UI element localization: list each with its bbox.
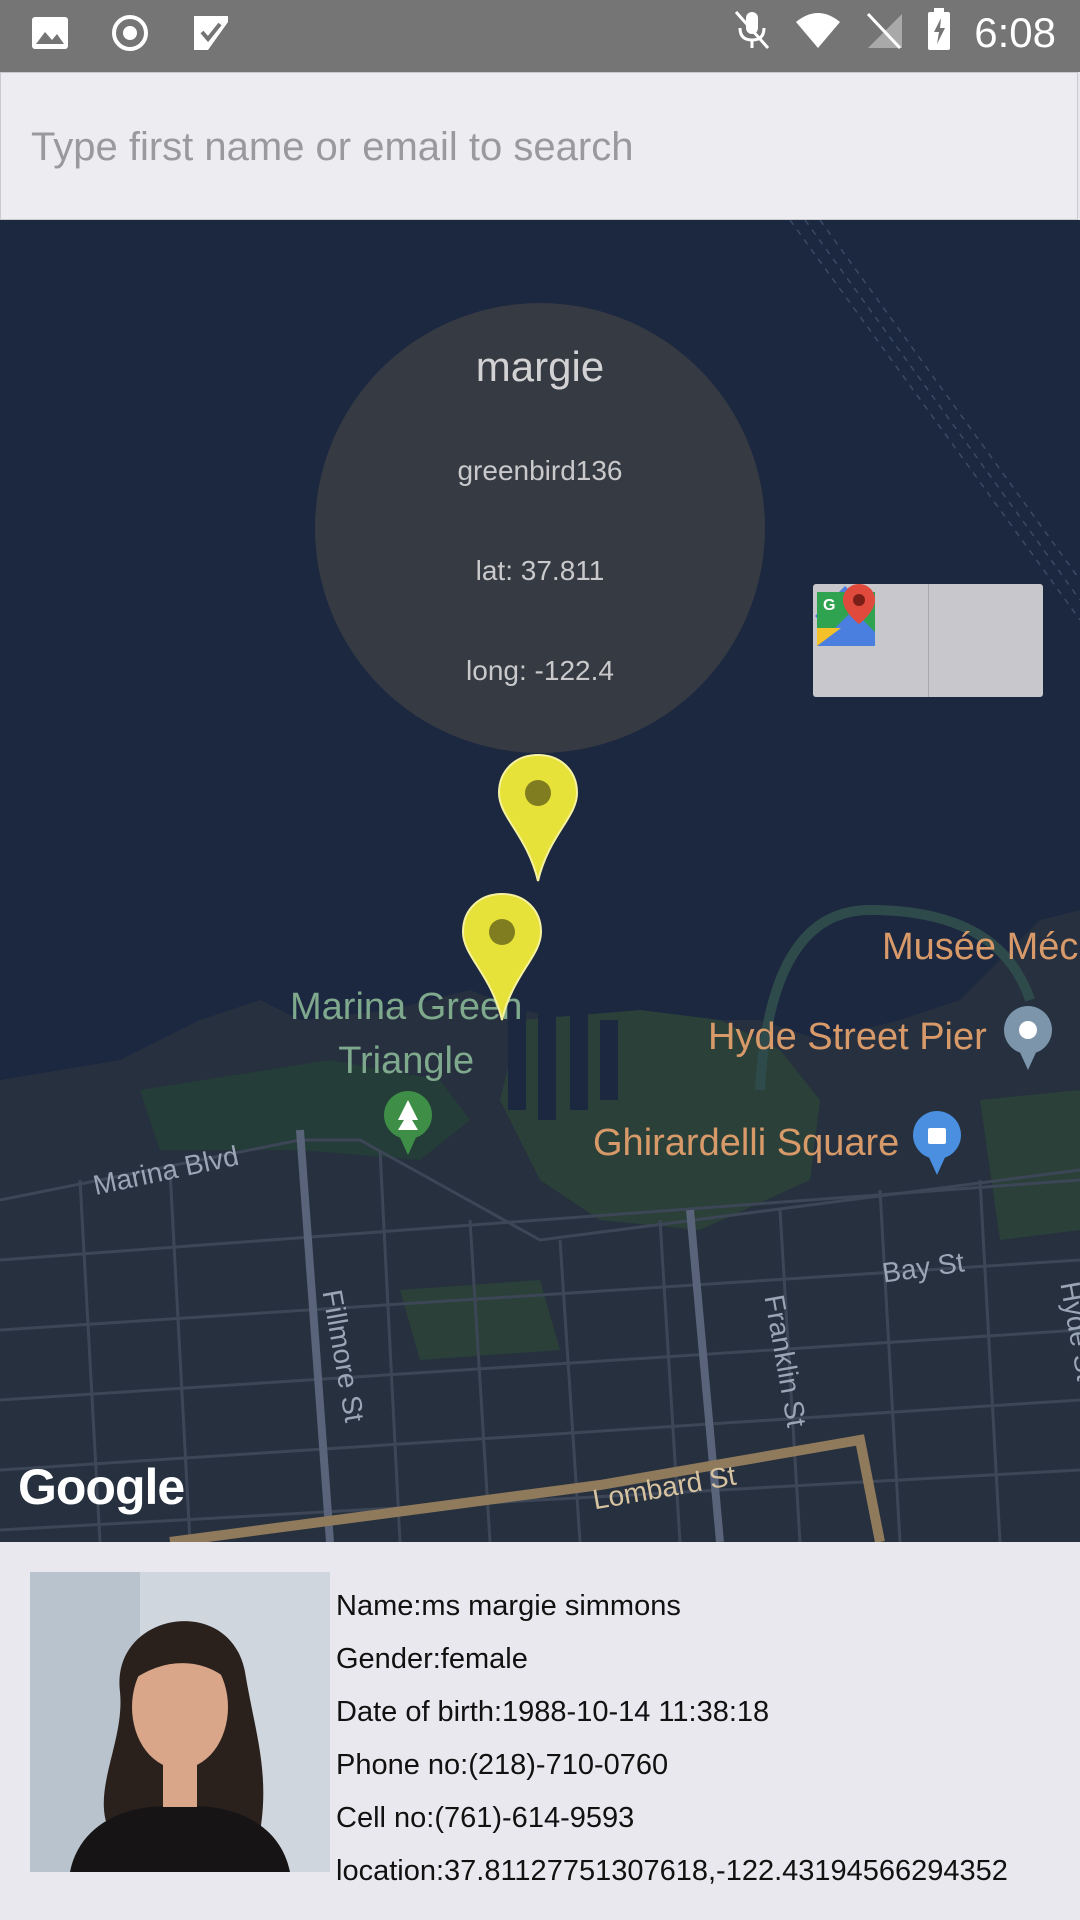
google-logo: Google [18, 1459, 185, 1515]
detail-phone: Phone no:(218)-710-0760 [336, 1749, 669, 1781]
bubble-latitude: lat: 37.811 [475, 555, 605, 586]
open-in-maps-button[interactable]: G [817, 584, 1044, 697]
map-toolbar: G [813, 584, 1043, 697]
search-bar [0, 72, 1078, 220]
marker-pin-icon [497, 753, 579, 882]
avatar [30, 1572, 330, 1872]
bubble-name: margie [475, 343, 605, 390]
marker-info-bubble[interactable]: margie greenbird136 lat: 37.811 long: -1… [315, 303, 765, 753]
detail-name: Name:ms margie simmons [336, 1590, 681, 1622]
marker-pin-icon [461, 892, 543, 1021]
svg-text:G: G [823, 597, 835, 614]
battery-icon [926, 8, 952, 57]
image-icon [30, 13, 70, 58]
status-bar: 6:08 [0, 0, 1080, 72]
detail-cell: Cell no:(761)-614-9593 [336, 1802, 635, 1834]
play-store-icon [190, 12, 232, 59]
label-musee: Musée Méc [882, 926, 1079, 968]
search-input[interactable] [29, 113, 1053, 181]
record-icon [110, 13, 150, 58]
mute-icon [732, 8, 772, 57]
wifi-icon [794, 10, 842, 55]
clock: 6:08 [974, 8, 1056, 56]
map-view[interactable]: Marina Green Triangle Musée Méc Hyde Str… [0, 220, 1080, 1542]
bubble-username: greenbird136 [457, 455, 623, 486]
user-details-panel: Name:ms margie simmons Gender:female Dat… [0, 1542, 1080, 1920]
label-ghirardelli-square: Ghirardelli Square [593, 1122, 900, 1164]
user-info: Name:ms margie simmons Gender:female Dat… [336, 1580, 1008, 1898]
detail-gender: Gender:female [336, 1643, 528, 1675]
google-maps-icon: G [817, 584, 875, 646]
label-hyde-street-pier: Hyde Street Pier [708, 1016, 987, 1058]
avatar-photo [30, 1572, 330, 1872]
no-sim-icon [864, 10, 904, 55]
detail-location: location:37.81127751307618,-122.43194566… [336, 1855, 1008, 1887]
detail-dob: Date of birth:1988-10-14 11:38:18 [336, 1696, 770, 1728]
bubble-longitude: long: -122.4 [466, 655, 614, 686]
